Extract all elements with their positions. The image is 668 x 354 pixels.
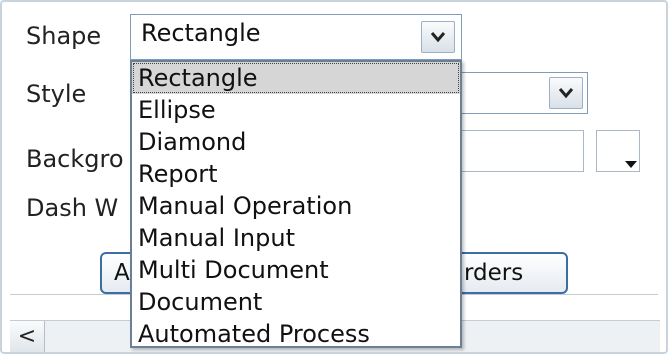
background-label: Backgro xyxy=(26,145,124,173)
shape-dropdown-list: Rectangle Ellipse Diamond Report Manual … xyxy=(130,60,462,348)
shape-option-multi-document[interactable]: Multi Document xyxy=(132,254,460,286)
shape-option-automated-process[interactable]: Automated Process xyxy=(132,318,460,350)
shape-option-ellipse[interactable]: Ellipse xyxy=(132,94,460,126)
style-dropdown-button[interactable] xyxy=(549,77,583,109)
scroll-left-arrow-icon[interactable]: < xyxy=(10,321,45,352)
caret-down-icon xyxy=(625,161,637,168)
shape-select-value: Rectangle xyxy=(141,19,261,47)
shape-option-diamond[interactable]: Diamond xyxy=(132,126,460,158)
shape-label: Shape xyxy=(26,22,102,50)
background-color-picker[interactable] xyxy=(596,130,640,172)
dash-label: Dash W xyxy=(26,194,119,222)
shape-option-manual-input[interactable]: Manual Input xyxy=(132,222,460,254)
chevron-down-icon xyxy=(558,88,574,99)
style-label: Style xyxy=(26,80,87,108)
shape-option-manual-operation[interactable]: Manual Operation xyxy=(132,190,460,222)
chevron-down-icon xyxy=(430,32,446,43)
shape-select[interactable]: Rectangle xyxy=(130,14,462,60)
shape-option-report[interactable]: Report xyxy=(132,158,460,190)
shape-dropdown-button[interactable] xyxy=(421,21,455,53)
shape-properties-panel: Shape Rectangle Style Backgro Dash W A r… xyxy=(0,0,668,354)
shape-option-rectangle[interactable]: Rectangle xyxy=(132,62,460,94)
shape-option-document[interactable]: Document xyxy=(132,286,460,318)
